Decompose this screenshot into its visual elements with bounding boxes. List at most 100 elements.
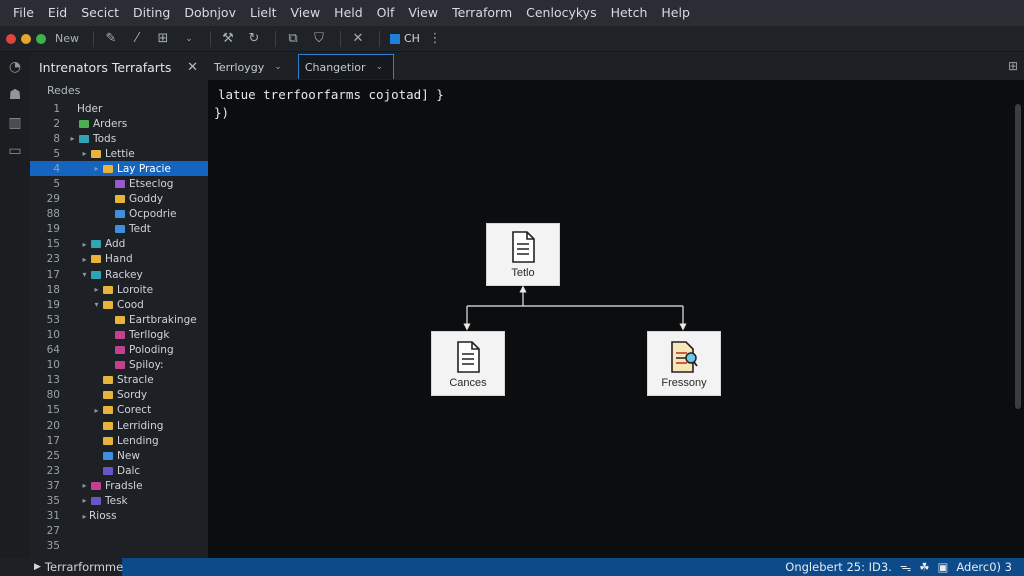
people-icon[interactable]: ☗ — [6, 86, 24, 104]
menu-item-help[interactable]: Help — [654, 0, 697, 26]
tree-row[interactable]: 2 Arders — [30, 116, 208, 131]
tree-row[interactable]: 29 Goddy — [30, 192, 208, 207]
close-window-icon[interactable] — [6, 33, 16, 44]
tree-row[interactable]: 4 ▸ Lay Pracie — [30, 161, 208, 177]
split-grid-icon[interactable]: ⊞ — [1008, 59, 1018, 73]
tree-row[interactable]: 19 Tedt — [30, 222, 208, 237]
tree-row[interactable]: 15 ▸ Add — [30, 237, 208, 252]
tree-row[interactable]: 23 ▸ Hand — [30, 252, 208, 267]
tree-label: Add — [105, 238, 126, 251]
building-icon[interactable]: ▥ — [6, 114, 24, 132]
menu-item-lielt[interactable]: Lielt — [243, 0, 284, 26]
line-number: 17 — [46, 268, 60, 281]
people-icon[interactable]: ☘ — [919, 560, 929, 574]
line-number: 35 — [46, 540, 60, 553]
image-icon[interactable]: ▣ — [938, 560, 949, 574]
menu-item-view[interactable]: View — [401, 0, 445, 26]
chevron-right-icon[interactable]: ▸ — [92, 285, 101, 294]
menu-item-secict[interactable]: Secict — [74, 0, 126, 26]
menu-item-held[interactable]: Held — [327, 0, 370, 26]
shield-icon[interactable]: ⛉ — [308, 29, 330, 49]
pencil-icon[interactable]: ✎ — [100, 29, 122, 49]
chevron-right-icon[interactable]: ▸ — [80, 240, 89, 249]
tree-row[interactable]: 18 ▸ Loroite — [30, 282, 208, 297]
chevron-down-icon[interactable]: ⌄ — [178, 29, 200, 49]
line-number: 10 — [46, 328, 60, 341]
status-position[interactable]: Onglebert 25: ID3. — [785, 560, 892, 574]
more-icon[interactable]: ⋮ — [424, 29, 446, 49]
minimize-window-icon[interactable] — [21, 33, 31, 44]
diagram-node-right[interactable]: Fressony — [647, 331, 721, 396]
tree-row[interactable]: 88 Ocpodrie — [30, 207, 208, 222]
diagram-node-top[interactable]: Tetlo — [486, 223, 560, 286]
close-icon[interactable]: ✕ — [187, 60, 198, 75]
tree-label: Dalc — [117, 464, 141, 477]
document-icon — [512, 231, 535, 263]
menu-item-cenlocykys[interactable]: Cenlocykys — [519, 0, 603, 26]
tree-row[interactable]: 37 ▸ Fradsle — [30, 478, 208, 493]
tree-row[interactable]: 17 Lending — [30, 433, 208, 448]
tree-row[interactable]: 10 Terllogk — [30, 327, 208, 342]
tree-row[interactable]: 15 ▸ Corect — [30, 403, 208, 418]
extensions-icon[interactable]: ⧉ — [282, 29, 304, 49]
tree-row[interactable]: 31 ▸ Rioss — [30, 509, 208, 524]
tree-row[interactable]: 8 ▸ Tods — [30, 131, 208, 146]
status-left[interactable]: ▶ Terrarformme — [0, 558, 123, 576]
status-tail[interactable]: Aderc0) 3 — [956, 560, 1012, 574]
folder-icon — [115, 180, 125, 189]
wrench-icon[interactable]: ⚒ — [217, 29, 239, 49]
chevron-right-icon[interactable]: ▸ — [80, 481, 89, 490]
code-view[interactable]: latue trerfoorfarms cojotad] }}) — [214, 86, 444, 122]
menu-item-olf[interactable]: Olf — [370, 0, 402, 26]
tree-row: 27 — [30, 524, 208, 539]
chevron-down-icon[interactable]: ⌄ — [274, 62, 282, 72]
chevron-down-icon[interactable]: ⌄ — [376, 62, 384, 72]
tree-row[interactable]: 13 Stracle — [30, 373, 208, 388]
chevron-right-icon[interactable]: ▸ — [92, 406, 101, 415]
chevron-down-icon[interactable]: ▾ — [92, 300, 101, 309]
tree-row[interactable]: 10 Spiloy: — [30, 358, 208, 373]
menu-item-view[interactable]: View — [284, 0, 328, 26]
editor-tab[interactable]: Terrloygy ⌄ — [208, 54, 292, 80]
refresh-icon[interactable]: ↻ — [243, 29, 265, 49]
tree-row[interactable]: 20 Lerriding — [30, 418, 208, 433]
new-button[interactable]: New — [55, 32, 79, 45]
brush-icon[interactable]: ⁄ — [126, 29, 148, 49]
feedback-icon[interactable]: ᯓ — [900, 560, 911, 575]
tree-row[interactable]: 35 ▸ Tesk — [30, 493, 208, 508]
chevron-right-icon[interactable]: ▸ — [80, 149, 89, 158]
tools-icon[interactable]: ✕ — [347, 29, 369, 49]
chevron-down-icon[interactable]: ▾ — [80, 270, 89, 279]
tree-row[interactable]: 1 Hder — [30, 101, 208, 116]
diagram-node-left[interactable]: Cances — [431, 331, 505, 396]
chevron-right-icon[interactable]: ▸ — [92, 164, 101, 173]
tree-row[interactable]: 25 New — [30, 448, 208, 463]
grid-tool-icon[interactable]: ⊞ — [152, 29, 174, 49]
tree-row[interactable]: 19 ▾ Cood — [30, 297, 208, 312]
ch-button[interactable]: CH — [390, 32, 420, 45]
chevron-right-icon[interactable]: ▸ — [80, 496, 89, 505]
tree-row[interactable]: 23 Dalc — [30, 463, 208, 478]
window-icon[interactable]: ▭ — [6, 142, 24, 160]
chevron-right-icon[interactable]: ▸ — [80, 512, 89, 521]
chevron-right-icon[interactable]: ▸ — [80, 255, 89, 264]
maximize-window-icon[interactable] — [36, 33, 46, 44]
tree-label: Cood — [117, 298, 144, 311]
menu-item-hetch[interactable]: Hetch — [604, 0, 655, 26]
menu-item-terraform[interactable]: Terraform — [445, 0, 519, 26]
vertical-scrollbar[interactable] — [1015, 104, 1021, 409]
menu-item-file[interactable]: File — [6, 0, 41, 26]
tree-row[interactable]: 17 ▾ Rackey — [30, 267, 208, 282]
tree-row[interactable]: 80 Sordy — [30, 388, 208, 403]
tree-row[interactable]: 5 Etseclog — [30, 176, 208, 191]
menu-item-diting[interactable]: Diting — [126, 0, 177, 26]
editor-tab[interactable]: Changetior ⌄ — [297, 54, 395, 79]
tree-row[interactable]: 64 Poloding — [30, 343, 208, 358]
tree-row[interactable]: 53 Eartbrakinge — [30, 312, 208, 327]
menu-item-eid[interactable]: Eid — [41, 0, 74, 26]
explorer-icon[interactable]: ◔ — [6, 58, 24, 76]
tree-row[interactable]: 5 ▸ Lettie — [30, 146, 208, 161]
chevron-right-icon[interactable]: ▸ — [68, 134, 77, 143]
folder-icon — [103, 285, 113, 294]
menu-item-dobnjov[interactable]: Dobnjov — [177, 0, 243, 26]
